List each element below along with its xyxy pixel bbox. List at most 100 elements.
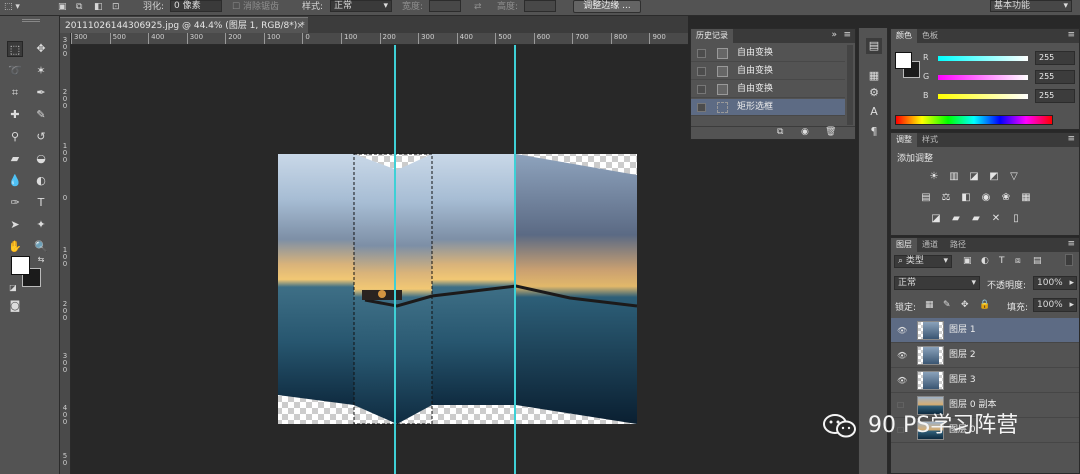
new-document-from-state-icon[interactable]: ⧉ — [777, 127, 783, 137]
tab-layers[interactable]: 图层 — [891, 238, 917, 252]
layer-row[interactable]: 👁 图层 3 — [891, 368, 1079, 393]
gradient-map-icon[interactable]: ▯ — [1009, 213, 1023, 224]
eraser-tool-icon[interactable]: ▰ — [7, 151, 23, 167]
height-input[interactable] — [524, 0, 556, 12]
hue-saturation-icon[interactable]: ▤ — [919, 192, 933, 203]
filter-adjustment-icon[interactable]: ◐ — [981, 256, 989, 266]
layer-row[interactable]: 👁 图层 1 — [891, 318, 1079, 343]
history-item[interactable]: 矩形选框 — [691, 99, 845, 116]
eye-icon[interactable]: 👁 — [897, 376, 907, 385]
eye-icon[interactable]: 👁 — [897, 326, 907, 335]
path-selection-tool-icon[interactable]: ➤ — [7, 217, 23, 233]
history-item[interactable]: 自由变换 — [691, 81, 845, 98]
exposure-icon[interactable]: ◩ — [987, 171, 1001, 182]
blue-slider[interactable] — [938, 94, 1028, 99]
tab-swatches[interactable]: 色板 — [917, 29, 943, 43]
camera-icon[interactable]: ◉ — [801, 127, 809, 137]
green-slider[interactable] — [938, 75, 1028, 80]
close-icon[interactable]: × — [296, 18, 304, 34]
red-value-input[interactable]: 255 — [1035, 51, 1075, 65]
swap-dimensions-icon[interactable]: ⇄ — [474, 0, 482, 14]
blend-mode-select[interactable]: 正常 ▾ — [894, 276, 980, 290]
paint-bucket-tool-icon[interactable]: ◒ — [33, 151, 49, 167]
trash-icon[interactable]: 🗑 — [825, 127, 836, 137]
width-input[interactable] — [429, 0, 461, 12]
levels-icon[interactable]: ▥ — [947, 171, 961, 182]
panel-menu-icon[interactable]: ≡ — [843, 30, 851, 40]
color-spectrum-bar[interactable] — [895, 115, 1053, 125]
lock-image-icon[interactable]: ✎ — [943, 300, 951, 310]
selective-color-icon[interactable]: ✕ — [989, 213, 1003, 224]
history-item[interactable]: 自由变换 — [691, 45, 845, 62]
green-value-input[interactable]: 255 — [1035, 70, 1075, 84]
new-selection-icon[interactable]: ▣ — [58, 0, 67, 14]
refine-edge-button[interactable]: 调整边缘 ... — [573, 0, 641, 13]
threshold-icon[interactable]: ▰ — [969, 213, 983, 224]
magic-wand-tool-icon[interactable]: ✶ — [33, 63, 49, 79]
add-selection-icon[interactable]: ⧉ — [76, 0, 82, 14]
character-panel-icon[interactable]: A — [866, 104, 882, 120]
filter-shape-icon[interactable]: ⧈ — [1015, 256, 1021, 266]
tab-styles[interactable]: 样式 — [917, 133, 943, 147]
guide-line-1[interactable] — [394, 45, 396, 474]
filter-toggle[interactable] — [1065, 254, 1073, 266]
eyedropper-tool-icon[interactable]: ✒ — [33, 85, 49, 101]
quick-mask-icon[interactable]: ◙ — [7, 298, 23, 314]
collapse-icon[interactable]: » — [831, 30, 837, 40]
photo-filter-icon[interactable]: ◉ — [979, 192, 993, 203]
custom-shape-tool-icon[interactable]: ✦ — [33, 217, 49, 233]
swatch-panel-icon[interactable]: ▦ — [866, 68, 882, 84]
workspace-select[interactable]: 基本功能 ▾ — [990, 0, 1072, 12]
red-slider[interactable] — [938, 56, 1028, 61]
style-select[interactable]: 正常 ▾ — [330, 0, 392, 12]
lock-all-icon[interactable]: 🔒 — [979, 300, 990, 310]
panel-menu-icon[interactable]: ≡ — [1067, 239, 1075, 249]
history-item[interactable]: 自由变换 — [691, 63, 845, 80]
marquee-tool-icon[interactable]: ⬚ ▾ — [4, 0, 20, 14]
history-checkbox[interactable] — [697, 85, 706, 94]
blur-tool-icon[interactable]: 💧 — [7, 173, 23, 189]
tab-paths[interactable]: 路径 — [945, 238, 971, 252]
layer-filter-select[interactable]: ⌕ 类型 ▾ — [894, 255, 952, 268]
antialias-checkbox[interactable]: ☐ 消除锯齿 — [232, 0, 279, 14]
foreground-color-swatch[interactable] — [11, 256, 30, 275]
opacity-input[interactable]: 100% ▸ — [1033, 276, 1077, 290]
channel-mixer-icon[interactable]: ❀ — [999, 192, 1013, 203]
feather-input[interactable]: 0 像素 — [170, 0, 222, 12]
eye-icon[interactable]: 👁 — [897, 351, 907, 360]
toolbar-grip[interactable] — [22, 19, 40, 22]
lock-transparent-icon[interactable]: ▦ — [925, 300, 934, 310]
color-lookup-icon[interactable]: ▦ — [1019, 192, 1033, 203]
history-checkbox[interactable] — [697, 49, 706, 58]
crop-tool-icon[interactable]: ⌗ — [7, 85, 23, 101]
tool-presets-icon[interactable]: ⚙ — [866, 85, 882, 101]
filter-type-icon[interactable]: T — [999, 256, 1005, 266]
brightness-icon[interactable]: ☀ — [927, 171, 941, 182]
invert-icon[interactable]: ◪ — [929, 213, 943, 224]
document-tab[interactable]: 20111026144306925.jpg @ 44.4% (图层 1, RGB… — [60, 17, 308, 33]
tab-history[interactable]: 历史记录 — [691, 29, 733, 43]
tab-channels[interactable]: 通道 — [917, 238, 943, 252]
move-tool-icon[interactable]: ✥ — [33, 41, 49, 57]
posterize-icon[interactable]: ▰ — [949, 213, 963, 224]
default-colors-icon[interactable]: ◪ — [5, 280, 21, 296]
panel-menu-icon[interactable]: ≡ — [1067, 134, 1075, 144]
intersect-selection-icon[interactable]: ⊡ — [112, 0, 120, 14]
history-panel-icon[interactable]: ▤ — [866, 38, 882, 54]
clone-stamp-tool-icon[interactable]: ⚲ — [7, 129, 23, 145]
rect-marquee-tool-icon[interactable]: ⬚ — [7, 41, 23, 57]
healing-brush-tool-icon[interactable]: ✚ — [7, 107, 23, 123]
blue-value-input[interactable]: 255 — [1035, 89, 1075, 103]
hand-tool-icon[interactable]: ✋ — [7, 239, 23, 255]
black-white-icon[interactable]: ◧ — [959, 192, 973, 203]
history-brush-tool-icon[interactable]: ↺ — [33, 129, 49, 145]
type-tool-icon[interactable]: T — [33, 195, 49, 211]
history-checkbox[interactable] — [697, 103, 706, 112]
tab-adjustments[interactable]: 调整 — [891, 133, 917, 147]
tab-color[interactable]: 颜色 — [891, 29, 917, 43]
history-checkbox[interactable] — [697, 67, 706, 76]
guide-line-2[interactable] — [514, 45, 516, 474]
document-image[interactable] — [270, 150, 645, 430]
color-fg-swatch[interactable] — [895, 52, 912, 69]
filter-pixel-icon[interactable]: ▣ — [963, 256, 972, 266]
